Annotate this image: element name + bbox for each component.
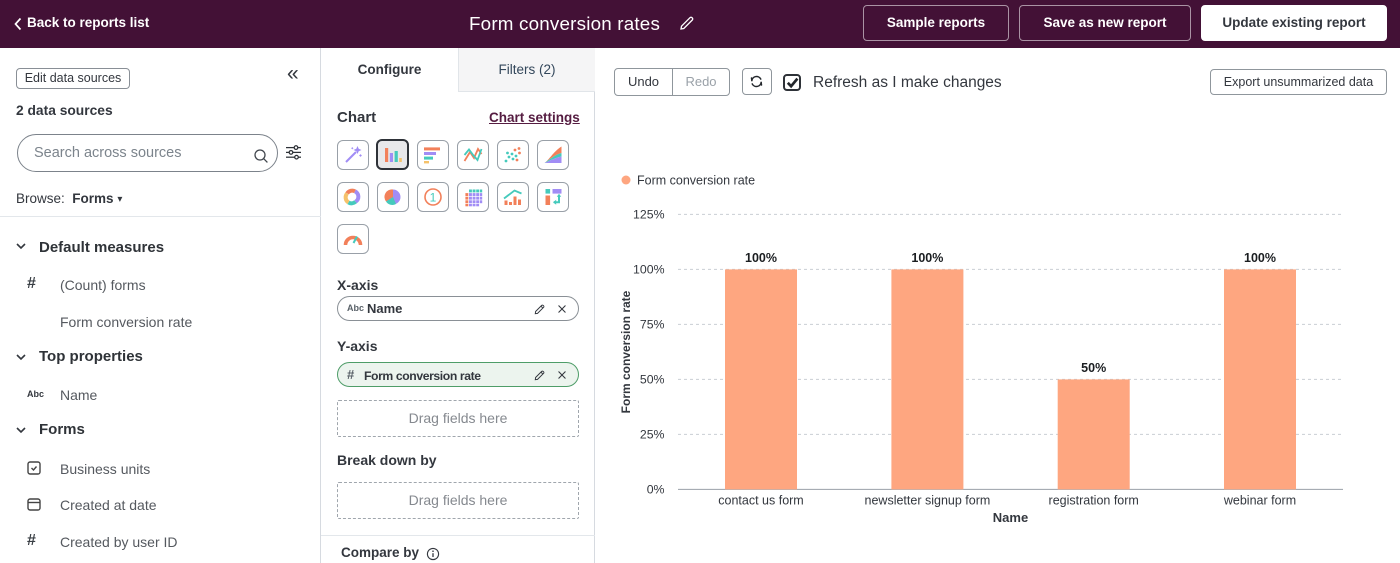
svg-text:25%: 25% — [640, 427, 665, 441]
svg-text:125%: 125% — [633, 207, 665, 221]
svg-text:0%: 0% — [647, 482, 665, 496]
svg-text:75%: 75% — [640, 317, 665, 331]
svg-text:100%: 100% — [633, 262, 665, 276]
svg-text:registration form: registration form — [1049, 494, 1139, 508]
svg-text:50%: 50% — [640, 372, 665, 386]
svg-text:50%: 50% — [1081, 361, 1106, 375]
svg-text:100%: 100% — [911, 251, 943, 265]
svg-text:Form conversion rate: Form conversion rate — [637, 174, 755, 188]
svg-text:contact us form: contact us form — [718, 494, 803, 508]
svg-text:newsletter signup form: newsletter signup form — [865, 494, 991, 508]
svg-text:1: 1 — [430, 190, 437, 204]
svg-text:100%: 100% — [745, 251, 777, 265]
svg-text:Form conversion rate: Form conversion rate — [619, 290, 633, 413]
svg-text:webinar form: webinar form — [1223, 494, 1296, 508]
svg-text:Name: Name — [993, 510, 1028, 525]
svg-text:100%: 100% — [1244, 251, 1276, 265]
